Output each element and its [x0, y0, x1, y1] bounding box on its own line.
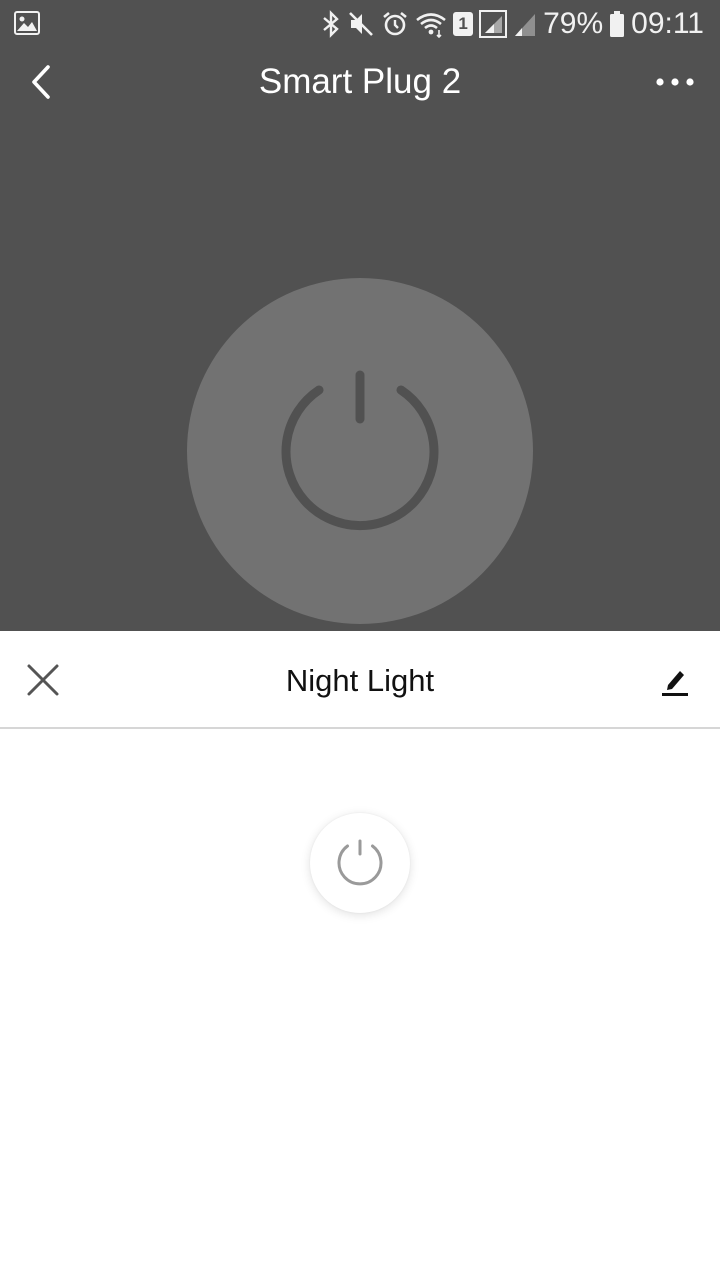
page-title: Smart Plug 2 [258, 62, 462, 101]
clock: 09:11 [631, 7, 704, 40]
app-bar: Smart Plug 2 [0, 48, 720, 116]
power-icon [281, 370, 439, 531]
status-bar: 1 79% 09:11 [0, 0, 720, 48]
wifi-icon [416, 13, 446, 38]
power-toggle-button[interactable] [187, 278, 533, 624]
sim-icon: 1 [453, 12, 474, 36]
power-icon [337, 839, 383, 886]
more-horizontal-icon[interactable] [654, 70, 696, 94]
signal-icon [479, 10, 508, 38]
pencil-icon[interactable] [660, 665, 690, 697]
sheet-title: Night Light [285, 663, 435, 698]
night-light-power-button[interactable] [310, 813, 410, 913]
signal-weak-icon [515, 14, 536, 36]
sheet-header: Night Light [0, 631, 720, 729]
bottom-sheet: Night Light [0, 631, 720, 1280]
battery-icon [610, 11, 625, 37]
alarm-icon [383, 11, 407, 36]
mute-icon [349, 12, 374, 36]
battery-percent: 79% [543, 7, 604, 40]
device-panel: 1 79% 09:11 Smart Plug 2 [0, 0, 720, 631]
gallery-icon [14, 11, 40, 35]
bluetooth-icon [323, 10, 339, 38]
